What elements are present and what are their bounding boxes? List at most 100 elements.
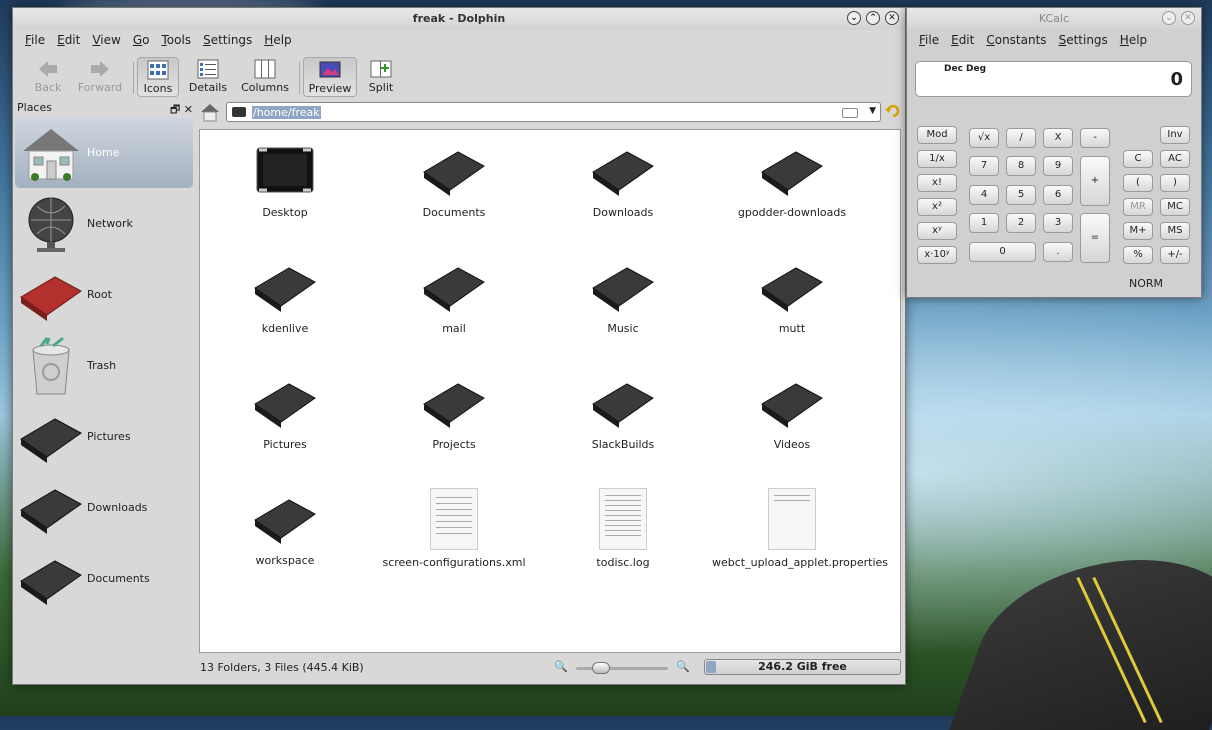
all-clear-button[interactable]: AC <box>1160 150 1190 168</box>
menu-tools[interactable]: Tools <box>155 33 197 47</box>
clear-button[interactable]: C <box>1123 150 1153 168</box>
file-item-screen-configurations[interactable]: screen-configurations.xml <box>374 488 534 570</box>
clear-icon[interactable] <box>842 108 858 118</box>
memory-add-button[interactable]: M+ <box>1123 222 1153 240</box>
zoom-slider[interactable]: 🔍 🔍 <box>554 660 694 676</box>
file-item-todisc-log[interactable]: todisc.log <box>543 488 703 570</box>
digit-1-button[interactable]: 1 <box>969 213 999 233</box>
file-item-kdenlive[interactable]: kdenlive <box>205 256 365 336</box>
equals-button[interactable]: = <box>1080 213 1110 263</box>
place-root[interactable]: Root <box>15 260 193 330</box>
negate-button[interactable]: +/- <box>1160 246 1190 264</box>
file-item-webct-properties[interactable]: webct_upload_applet.properties <box>712 488 888 570</box>
kcalc-titlebar[interactable]: KCalc ⌄ ✕ <box>907 8 1201 30</box>
digit-3-button[interactable]: 3 <box>1043 213 1073 233</box>
zoom-in-icon[interactable]: 🔍 <box>676 660 690 673</box>
menu-help[interactable]: Help <box>258 33 297 47</box>
square-button[interactable]: x² <box>917 198 957 216</box>
add-button[interactable]: + <box>1080 156 1110 206</box>
place-trash[interactable]: Trash <box>15 331 193 401</box>
memory-clear-button[interactable]: MC <box>1160 198 1190 216</box>
place-documents[interactable]: Documents <box>15 544 193 614</box>
file-item-music[interactable]: Music <box>543 256 703 336</box>
digit-7-button[interactable]: 7 <box>969 156 999 176</box>
place-home[interactable]: Home <box>15 118 193 188</box>
calc-display: Dec Deg 0 <box>915 61 1192 97</box>
menu-settings[interactable]: Settings <box>1053 33 1114 47</box>
subtract-button[interactable]: - <box>1080 128 1110 148</box>
file-item-gpodder-downloads[interactable]: gpodder-downloads <box>712 140 872 220</box>
file-item-documents[interactable]: Documents <box>374 140 534 220</box>
open-paren-button[interactable]: ( <box>1123 174 1153 192</box>
close-button[interactable]: ✕ <box>885 11 899 25</box>
chevron-down-icon[interactable]: ▼ <box>869 106 876 116</box>
menu-go[interactable]: Go <box>127 33 156 47</box>
digit-5-button[interactable]: 5 <box>1006 185 1036 205</box>
dolphin-titlebar[interactable]: freak - Dolphin ⌄ ⌃ ✕ <box>13 8 905 30</box>
place-downloads[interactable]: Downloads <box>15 473 193 543</box>
view-columns-button[interactable]: Columns <box>237 57 293 97</box>
file-view[interactable]: Desktop Documents Downloads gpodder-down… <box>199 129 901 653</box>
close-button[interactable]: ✕ <box>1181 11 1195 25</box>
digit-0-button[interactable]: 0 <box>969 242 1036 262</box>
preview-button[interactable]: Preview <box>303 57 357 97</box>
float-panel-icon[interactable]: 🗗 <box>170 103 180 116</box>
file-item-workspace[interactable]: workspace <box>205 488 365 568</box>
memory-store-button[interactable]: MS <box>1160 222 1190 240</box>
multiply-button[interactable]: X <box>1043 128 1073 148</box>
minimize-button[interactable]: ⌄ <box>847 11 861 25</box>
close-panel-icon[interactable]: ✕ <box>184 103 193 116</box>
menu-view[interactable]: View <box>86 33 126 47</box>
menu-settings[interactable]: Settings <box>197 33 258 47</box>
view-details-button[interactable]: Details <box>183 57 233 97</box>
file-item-videos[interactable]: Videos <box>712 372 872 452</box>
sqrt-button[interactable]: √x <box>969 128 999 148</box>
mod-button[interactable]: Mod <box>917 126 957 144</box>
zoom-handle[interactable] <box>592 662 610 674</box>
digit-9-button[interactable]: 9 <box>1043 156 1073 176</box>
menu-edit[interactable]: Edit <box>945 33 980 47</box>
display-flags: Dec Deg <box>944 64 987 74</box>
file-item-slackbuilds[interactable]: SlackBuilds <box>543 372 703 452</box>
folder-icon <box>423 267 485 312</box>
reciprocal-button[interactable]: 1/x <box>917 150 957 168</box>
close-paren-button[interactable]: ) <box>1160 174 1190 192</box>
file-item-projects[interactable]: Projects <box>374 372 534 452</box>
menu-file[interactable]: File <box>19 33 51 47</box>
menu-edit[interactable]: Edit <box>51 33 86 47</box>
exponent-button[interactable]: x·10ʸ <box>917 246 957 264</box>
file-item-desktop[interactable]: Desktop <box>205 140 365 220</box>
split-button[interactable]: Split <box>357 57 405 97</box>
undo-arrow-icon[interactable] <box>885 103 901 119</box>
file-item-pictures[interactable]: Pictures <box>205 372 365 452</box>
minimize-button[interactable]: ⌄ <box>1162 11 1176 25</box>
maximize-button[interactable]: ⌃ <box>866 11 880 25</box>
factorial-button[interactable]: x! <box>917 174 957 192</box>
digit-4-button[interactable]: 4 <box>969 185 999 205</box>
place-pictures[interactable]: Pictures <box>15 402 193 472</box>
folder-icon <box>592 151 654 196</box>
divide-button[interactable]: / <box>1006 128 1036 148</box>
zoom-out-icon[interactable]: 🔍 <box>554 660 568 673</box>
inv-button[interactable]: Inv <box>1160 126 1190 144</box>
file-item-mutt[interactable]: mutt <box>712 256 872 336</box>
digit-6-button[interactable]: 6 <box>1043 185 1073 205</box>
memory-recall-button[interactable]: MR <box>1123 198 1153 216</box>
menu-help[interactable]: Help <box>1114 33 1153 47</box>
back-button[interactable]: Back <box>23 57 73 97</box>
menu-constants[interactable]: Constants <box>980 33 1052 47</box>
menu-file[interactable]: File <box>913 33 945 47</box>
place-network[interactable]: Network <box>15 189 193 259</box>
digit-2-button[interactable]: 2 <box>1006 213 1036 233</box>
file-item-mail[interactable]: mail <box>374 256 534 336</box>
location-input[interactable]: /home/freak ▼ <box>226 102 881 122</box>
percent-button[interactable]: % <box>1123 246 1153 264</box>
home-icon[interactable] <box>199 102 221 122</box>
house-icon <box>23 129 79 181</box>
forward-button[interactable]: Forward <box>75 57 125 97</box>
view-icons-button[interactable]: Icons <box>137 57 179 97</box>
digit-8-button[interactable]: 8 <box>1006 156 1036 176</box>
decimal-button[interactable]: . <box>1043 242 1073 262</box>
file-item-downloads[interactable]: Downloads <box>543 140 703 220</box>
power-button[interactable]: xʸ <box>917 222 957 240</box>
